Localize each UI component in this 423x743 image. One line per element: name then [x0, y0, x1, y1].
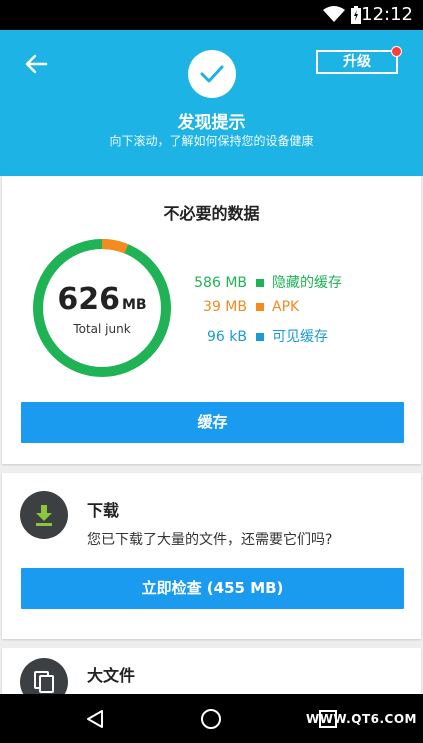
large-files-title: 大文件 — [87, 666, 136, 685]
clean-cache-button[interactable]: 缓存 — [21, 402, 404, 443]
legend-row-apk: 39 MB APK — [170, 299, 342, 326]
downloads-card: 下载 您已下载了大量的文件，还需要它们吗? 立即检查 (455 MB) — [2, 473, 421, 639]
total-junk-number: 626 — [57, 282, 120, 317]
copy-files-icon — [34, 671, 54, 693]
junk-card-title: 不必要的数据 — [163, 204, 260, 223]
nav-home-icon[interactable] — [200, 708, 222, 730]
download-icon-circle — [20, 491, 68, 539]
wifi-icon — [323, 6, 345, 22]
upgrade-label: 升级 — [343, 54, 371, 70]
legend-label: APK — [272, 299, 300, 315]
total-junk-value: 626 MB — [30, 282, 174, 317]
junk-legend: 586 MB 隐藏的缓存 39 MB APK 96 kB 可见缓存 — [170, 272, 342, 353]
legend-row-hidden-cache: 586 MB 隐藏的缓存 — [170, 272, 342, 299]
large-files-card: 大文件 — [2, 648, 421, 706]
page-title: 发现提示 — [177, 113, 246, 133]
legend-row-visible-cache: 96 kB 可见缓存 — [170, 326, 342, 353]
legend-swatch — [256, 302, 264, 311]
legend-size: 96 kB — [207, 329, 247, 345]
app-header: 升级 发现提示 向下滚动，了解如何保持您的设备健康 — [0, 30, 423, 176]
nav-back-icon[interactable] — [84, 708, 106, 730]
watermark: WWW.QT6.COM — [305, 712, 417, 726]
check-now-button[interactable]: 立即检查 (455 MB) — [21, 568, 404, 609]
downloads-description: 您已下载了大量的文件，还需要它们吗? — [87, 532, 333, 548]
legend-label: 可见缓存 — [272, 329, 328, 345]
legend-label: 隐藏的缓存 — [272, 275, 342, 291]
notification-dot — [391, 46, 402, 57]
junk-data-card: 不必要的数据 626 MB Total junk 586 MB 隐藏的缓存 39 M… — [2, 176, 421, 464]
legend-swatch — [256, 278, 264, 287]
back-arrow-icon[interactable] — [22, 50, 50, 78]
downloads-title: 下载 — [87, 501, 120, 520]
legend-swatch — [256, 332, 264, 341]
download-icon — [36, 505, 52, 526]
upgrade-button[interactable]: 升级 — [316, 46, 402, 74]
page-subtitle: 向下滚动，了解如何保持您的设备健康 — [109, 134, 314, 148]
total-junk-label: Total junk — [73, 322, 131, 336]
status-check-circle — [188, 50, 236, 98]
navigation-bar: WWW.QT6.COM — [0, 694, 423, 743]
status-bar: 12:12 — [0, 0, 423, 30]
legend-size: 586 MB — [194, 275, 247, 291]
total-junk-unit: MB — [122, 297, 147, 313]
status-time: 12:12 — [361, 4, 413, 25]
battery-icon — [351, 6, 361, 24]
legend-size: 39 MB — [203, 299, 247, 315]
check-icon — [200, 65, 224, 83]
